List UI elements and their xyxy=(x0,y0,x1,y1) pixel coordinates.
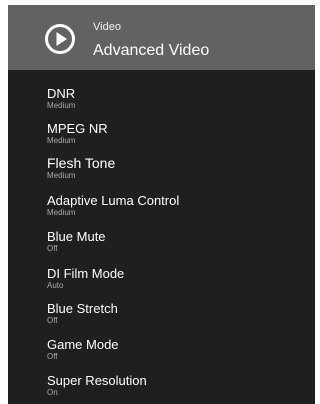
setting-flesh-tone[interactable]: Flesh Tone Medium xyxy=(8,155,315,189)
setting-value: Medium xyxy=(47,136,76,145)
setting-dnr[interactable]: DNR Medium xyxy=(8,86,315,120)
setting-adaptive-luma-control[interactable]: Adaptive Luma Control Medium xyxy=(8,193,315,227)
setting-value: Off xyxy=(47,244,58,253)
menu-title: Advanced Video xyxy=(93,42,210,59)
setting-label: Super Resolution xyxy=(47,373,147,388)
menu-category: Video xyxy=(93,21,121,33)
setting-blue-mute[interactable]: Blue Mute Off xyxy=(8,229,315,263)
setting-label: Flesh Tone xyxy=(47,155,116,171)
setting-value: Medium xyxy=(47,208,76,217)
setting-super-resolution[interactable]: Super Resolution On xyxy=(8,373,315,404)
setting-value: Off xyxy=(47,316,58,325)
setting-label: MPEG NR xyxy=(47,121,108,136)
setting-label: DNR xyxy=(47,86,76,101)
setting-di-film-mode[interactable]: DI Film Mode Auto xyxy=(8,266,315,300)
menu-header: Video Advanced Video xyxy=(8,5,315,70)
settings-panel: Video Advanced Video DNR Medium MPEG NR … xyxy=(8,5,315,404)
setting-game-mode[interactable]: Game Mode Off xyxy=(8,337,315,371)
setting-value: Medium xyxy=(47,101,76,110)
play-circle-icon xyxy=(45,24,75,54)
setting-value: Auto xyxy=(47,281,64,290)
setting-label: Game Mode xyxy=(47,337,119,352)
setting-value: Medium xyxy=(47,171,76,180)
setting-mpeg-nr[interactable]: MPEG NR Medium xyxy=(8,121,315,155)
setting-label: DI Film Mode xyxy=(47,266,125,281)
setting-value: Off xyxy=(47,352,58,361)
setting-value: On xyxy=(47,388,58,397)
setting-label: Blue Stretch xyxy=(47,301,118,316)
setting-blue-stretch[interactable]: Blue Stretch Off xyxy=(8,301,315,335)
setting-label: Adaptive Luma Control xyxy=(47,193,180,208)
setting-label: Blue Mute xyxy=(47,229,106,244)
